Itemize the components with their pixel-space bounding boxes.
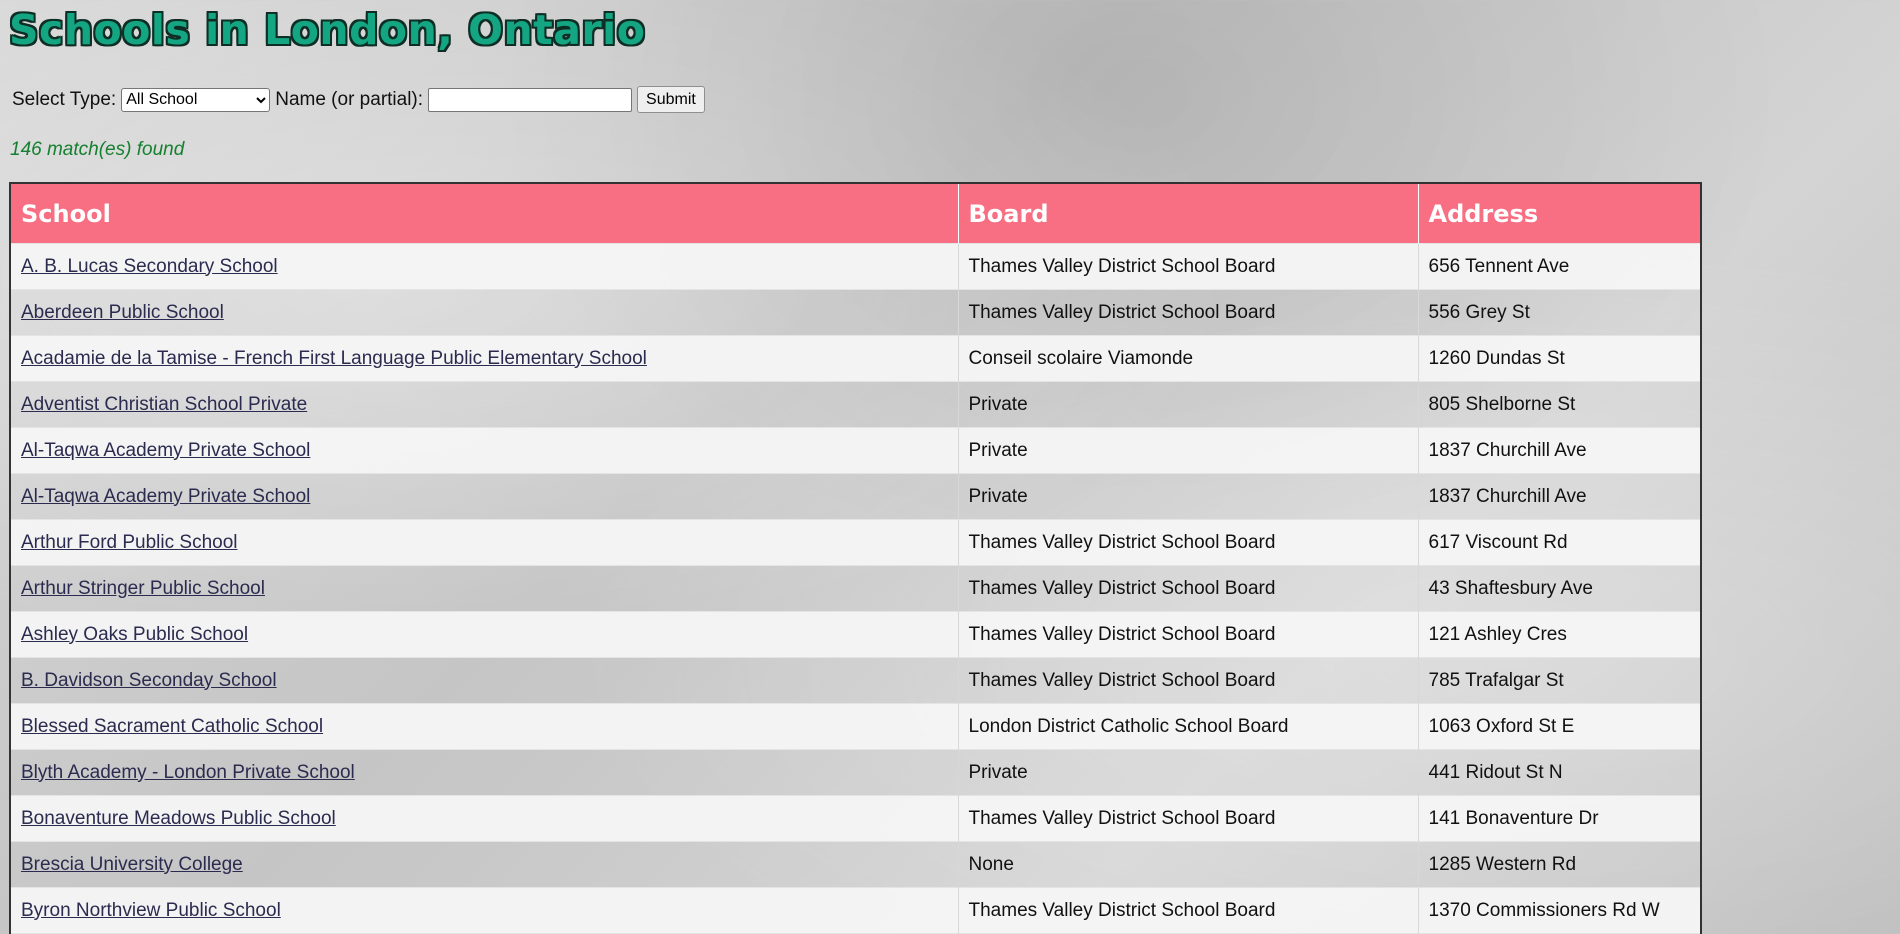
type-select[interactable]: All School <box>121 87 271 112</box>
school-link[interactable]: Arthur Stringer Public School <box>21 578 265 599</box>
school-cell: Blessed Sacrament Catholic School <box>11 703 959 750</box>
school-cell: Blyth Academy - London Private School <box>11 749 959 796</box>
board-cell: Thames Valley District School Board <box>958 795 1419 842</box>
address-cell: 805 Shelborne St <box>1418 381 1700 428</box>
school-link[interactable]: Adventist Christian School Private <box>21 394 307 415</box>
school-cell: Ashley Oaks Public School <box>11 611 959 658</box>
match-count: 146 match(es) found <box>10 139 185 160</box>
school-link[interactable]: Brescia University College <box>21 854 243 875</box>
board-cell: None <box>958 841 1419 888</box>
school-link[interactable]: A. B. Lucas Secondary School <box>21 256 278 277</box>
board-cell: Thames Valley District School Board <box>958 289 1419 336</box>
school-cell: Acadamie de la Tamise - French First Lan… <box>11 335 959 382</box>
type-label: Select Type: <box>12 88 117 110</box>
board-cell: London District Catholic School Board <box>958 703 1419 750</box>
school-link[interactable]: Ashley Oaks Public School <box>21 624 248 645</box>
page-title: Schools in London, Ontario <box>9 6 646 54</box>
address-cell: 141 Bonaventure Dr <box>1418 795 1700 842</box>
column-header-board: Board <box>958 184 1419 244</box>
school-cell: Brescia University College <box>11 841 959 888</box>
address-cell: 1285 Western Rd <box>1418 841 1700 888</box>
name-input[interactable] <box>428 87 633 112</box>
name-label: Name (or partial): <box>275 88 424 110</box>
schools-table: School Board Address A. B. Lucas Seconda… <box>9 182 1702 934</box>
table-row: Brescia University College None 1285 Weste… <box>11 841 1700 888</box>
address-cell: 556 Grey St <box>1418 289 1700 336</box>
school-link[interactable]: Byron Northview Public School <box>21 900 281 921</box>
board-cell: Thames Valley District School Board <box>958 657 1419 704</box>
school-cell: Arthur Ford Public School <box>11 519 959 566</box>
address-cell: 121 Ashley Cres <box>1418 611 1700 658</box>
address-cell: 785 Trafalgar St <box>1418 657 1700 704</box>
school-cell: Arthur Stringer Public School <box>11 565 959 612</box>
school-cell: Al-Taqwa Academy Private School <box>11 473 959 520</box>
school-cell: Bonaventure Meadows Public School <box>11 795 959 842</box>
table-row: B. Davidson Seconday School Thames Valley… <box>11 657 1700 704</box>
board-cell: Conseil scolaire Viamonde <box>958 335 1419 382</box>
school-link[interactable]: Blyth Academy - London Private School <box>21 762 355 783</box>
school-link[interactable]: Arthur Ford Public School <box>21 532 238 553</box>
school-cell: Adventist Christian School Private <box>11 381 959 428</box>
address-cell: 1260 Dundas St <box>1418 335 1700 382</box>
table-row: Arthur Stringer Public School Thames Vall… <box>11 565 1700 612</box>
table-row: Aberdeen Public School Thames Valley Dist… <box>11 289 1700 336</box>
address-cell: 656 Tennent Ave <box>1418 243 1700 290</box>
school-link[interactable]: B. Davidson Seconday School <box>21 670 277 691</box>
school-cell: A. B. Lucas Secondary School <box>11 243 959 290</box>
board-cell: Private <box>958 427 1419 474</box>
table-row: Acadamie de la Tamise - French First Lan… <box>11 335 1700 382</box>
table-row: Blessed Sacrament Catholic School London … <box>11 703 1700 750</box>
board-cell: Thames Valley District School Board <box>958 887 1419 934</box>
school-link[interactable]: Acadamie de la Tamise - French First Lan… <box>21 348 647 369</box>
table-row: A. B. Lucas Secondary School Thames Valle… <box>11 243 1700 290</box>
school-cell: Aberdeen Public School <box>11 289 959 336</box>
table-row: Blyth Academy - London Private School Pri… <box>11 749 1700 796</box>
address-cell: 617 Viscount Rd <box>1418 519 1700 566</box>
board-cell: Thames Valley District School Board <box>958 565 1419 612</box>
table-row: Byron Northview Public School Thames Vall… <box>11 887 1700 934</box>
school-link[interactable]: Blessed Sacrament Catholic School <box>21 716 323 737</box>
address-cell: 441 Ridout St N <box>1418 749 1700 796</box>
school-cell: B. Davidson Seconday School <box>11 657 959 704</box>
table-row: Arthur Ford Public School Thames Valley D… <box>11 519 1700 566</box>
board-cell: Private <box>958 749 1419 796</box>
address-cell: 1837 Churchill Ave <box>1418 427 1700 474</box>
school-link[interactable]: Aberdeen Public School <box>21 302 224 323</box>
table-row: Al-Taqwa Academy Private School Private 18… <box>11 473 1700 520</box>
submit-button[interactable]: Submit <box>637 86 705 113</box>
table-header-row: School Board Address <box>11 184 1700 244</box>
address-cell: 1063 Oxford St E <box>1418 703 1700 750</box>
school-cell: Byron Northview Public School <box>11 887 959 934</box>
school-link[interactable]: Al-Taqwa Academy Private School <box>21 440 310 461</box>
board-cell: Thames Valley District School Board <box>958 519 1419 566</box>
board-cell: Thames Valley District School Board <box>958 611 1419 658</box>
board-cell: Private <box>958 381 1419 428</box>
table-row: Bonaventure Meadows Public School Thames … <box>11 795 1700 842</box>
column-header-address: Address <box>1418 184 1700 244</box>
board-cell: Private <box>958 473 1419 520</box>
address-cell: 1370 Commissioners Rd W <box>1418 887 1700 934</box>
address-cell: 1837 Churchill Ave <box>1418 473 1700 520</box>
school-cell: Al-Taqwa Academy Private School <box>11 427 959 474</box>
search-form: Select Type: All School Name (or partial… <box>12 86 705 113</box>
column-header-school: School <box>11 184 959 244</box>
board-cell: Thames Valley District School Board <box>958 243 1419 290</box>
school-link[interactable]: Bonaventure Meadows Public School <box>21 808 336 829</box>
school-link[interactable]: Al-Taqwa Academy Private School <box>21 486 310 507</box>
table-row: Ashley Oaks Public School Thames Valley D… <box>11 611 1700 658</box>
table-row: Adventist Christian School Private Privat… <box>11 381 1700 428</box>
table-row: Al-Taqwa Academy Private School Private 18… <box>11 427 1700 474</box>
address-cell: 43 Shaftesbury Ave <box>1418 565 1700 612</box>
